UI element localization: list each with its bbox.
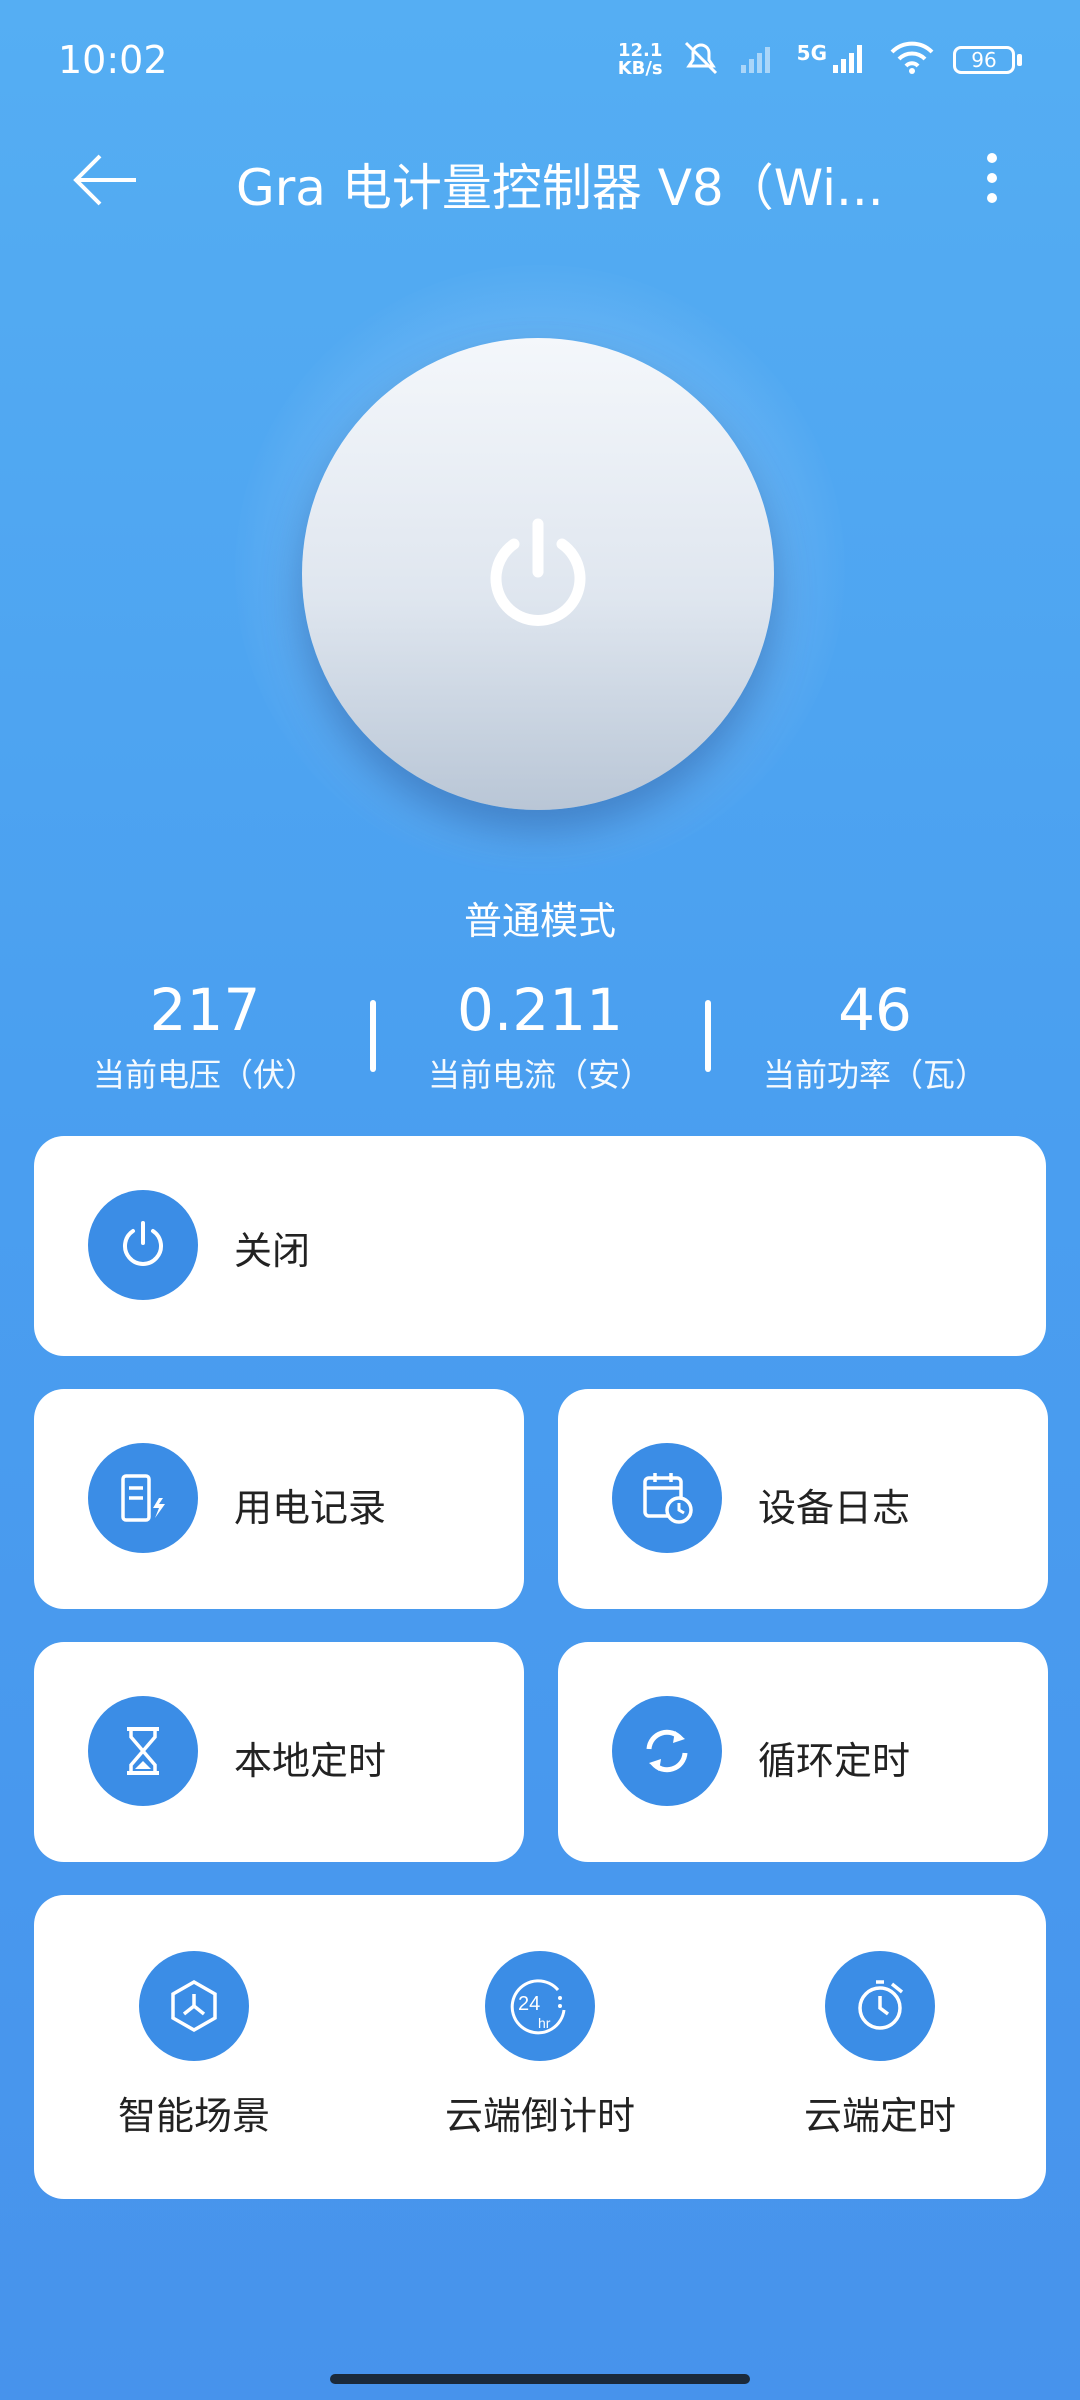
scene-icon: [171, 1979, 217, 2033]
more-options-button[interactable]: [982, 150, 1022, 210]
cycle-timer-label: 循环定时: [758, 1739, 911, 1783]
power-icon: [490, 518, 586, 626]
page-title: Gra 电计量控制器 V8（Wi...: [236, 159, 884, 217]
cloud-timer-button[interactable]: 云端定时: [720, 1895, 1040, 2195]
local-timer-button[interactable]: 本地定时: [34, 1642, 524, 1862]
cloud-countdown-button[interactable]: 24 hr 云端倒计时: [380, 1895, 700, 2195]
alarm-clock-icon: [858, 1980, 904, 2030]
countdown-icon-circle: 24 hr: [485, 1951, 595, 2061]
device-log-label: 设备日志: [758, 1486, 911, 1530]
stats-row: 217 当前电压（伏） 0.211 当前电流（安） 46 当前功率（瓦）: [0, 980, 1080, 1100]
power-toggle-button[interactable]: [302, 338, 774, 810]
countdown-24hr-icon: 24 hr: [510, 1979, 566, 2035]
cycle-timer-button[interactable]: 循环定时: [558, 1642, 1048, 1862]
hourglass-icon-circle: [88, 1696, 198, 1806]
voltage-stat: 217 当前电压（伏）: [40, 980, 370, 1096]
network-type: 5G: [796, 41, 827, 65]
alarm-icon-circle: [825, 1951, 935, 2061]
voltage-value: 217: [149, 976, 261, 1044]
current-stat: 0.211 当前电流（安）: [375, 980, 705, 1096]
smart-scene-button[interactable]: 智能场景: [34, 1895, 354, 2195]
signal-icon: [831, 41, 871, 79]
current-label: 当前电流（安）: [427, 1056, 652, 1094]
current-value: 0.211: [456, 976, 624, 1044]
off-button[interactable]: 关闭: [34, 1136, 1046, 1356]
meter-icon-circle: [88, 1443, 198, 1553]
app-bar: Gra 电计量控制器 V8（Wi...: [0, 120, 1080, 240]
status-bar: 10:02 12.1 KB/s 5G 96: [0, 0, 1080, 120]
more-vert-icon: [987, 153, 997, 203]
power-value: 46: [838, 976, 912, 1044]
back-arrow-icon: [73, 154, 136, 206]
usage-records-button[interactable]: 用电记录: [34, 1389, 524, 1609]
power-label: 当前功率（瓦）: [762, 1056, 987, 1094]
usage-records-label: 用电记录: [234, 1486, 387, 1530]
power-icon: [123, 1221, 163, 1266]
mode-label: 普通模式: [463, 899, 616, 943]
power-stat: 46 当前功率（瓦）: [710, 980, 1040, 1096]
battery-nub: [1017, 54, 1022, 66]
cycle-icon: [646, 1729, 688, 1773]
meter-icon: [121, 1474, 165, 1522]
calendar-icon-circle: [612, 1443, 722, 1553]
svg-text:24: 24: [518, 1993, 540, 2015]
voltage-label: 当前电压（伏）: [92, 1056, 317, 1094]
cycle-icon-circle: [612, 1696, 722, 1806]
calendar-clock-icon: [643, 1473, 693, 1524]
off-label: 关闭: [234, 1229, 311, 1273]
home-indicator[interactable]: [330, 2374, 750, 2384]
mute-icon: [681, 38, 721, 82]
svg-text:hr: hr: [538, 2015, 551, 2031]
scene-icon-circle: [139, 1951, 249, 2061]
local-timer-label: 本地定时: [234, 1739, 387, 1783]
cloud-timer-label: 云端定时: [803, 2094, 956, 2138]
status-time: 10:02: [58, 38, 168, 82]
cloud-countdown-label: 云端倒计时: [444, 2094, 635, 2138]
hourglass-icon: [127, 1727, 159, 1775]
back-button[interactable]: [70, 150, 150, 210]
status-icons: 12.1 KB/s 5G 96: [618, 38, 1022, 82]
bottom-actions-card: 智能场景 24 hr 云端倒计时 云端定时: [34, 1895, 1046, 2199]
wifi-icon: [889, 40, 935, 80]
battery-indicator: 96: [953, 46, 1015, 74]
smart-scene-label: 智能场景: [117, 2094, 270, 2138]
net-speed: 12.1 KB/s: [617, 40, 663, 79]
power-icon-circle: [88, 1190, 198, 1300]
device-log-button[interactable]: 设备日志: [558, 1389, 1048, 1609]
signal-off-icon: [739, 41, 779, 79]
